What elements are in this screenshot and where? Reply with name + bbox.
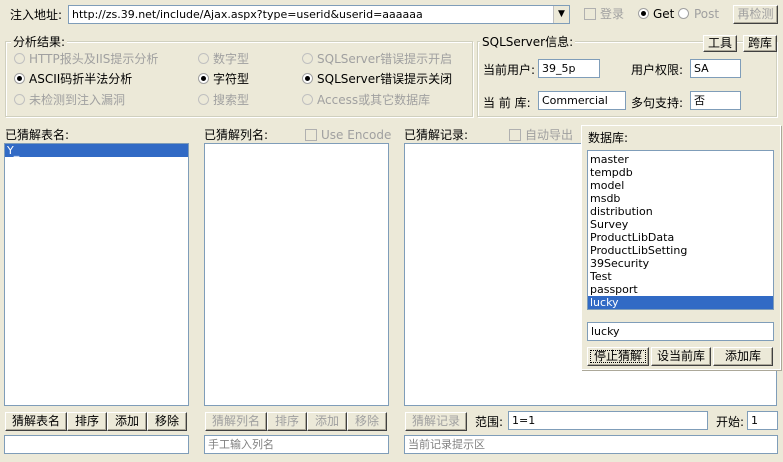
database-list-item[interactable]: msdb — [588, 192, 773, 205]
current-db-label: 当 前 库: — [483, 96, 531, 110]
guess-records-button[interactable]: 猜解记录 — [405, 412, 467, 431]
add-db-button[interactable]: 添加库 — [713, 347, 773, 366]
database-input[interactable]: lucky — [587, 322, 774, 341]
http-option-label: HTTP报头及IIS提示分析 — [29, 52, 159, 66]
login-label: 登录 — [600, 7, 625, 21]
database-list-item[interactable]: ProductLibData — [588, 231, 773, 244]
current-user-field[interactable]: 39_5p — [538, 59, 600, 78]
notfound-radio[interactable] — [14, 94, 25, 105]
database-list-item[interactable]: distribution — [588, 205, 773, 218]
http-radio[interactable] — [14, 53, 25, 64]
current-db-field[interactable]: Commercial — [538, 91, 626, 110]
search-option-label: 搜索型 — [213, 93, 250, 107]
remove-column-button[interactable]: 移除 — [347, 412, 387, 431]
range-value: 1=1 — [512, 414, 536, 427]
tables-label: 已猜解表名: — [5, 128, 70, 142]
database-list-item[interactable]: ProductLibSetting — [588, 244, 773, 257]
permission-field[interactable]: SA — [690, 59, 741, 78]
sqlerr-off-radio[interactable] — [302, 73, 313, 84]
database-list-item[interactable]: model — [588, 179, 773, 192]
auto-export-label: 自动导出 — [525, 128, 574, 142]
column-manual-placeholder: 手工输入列名 — [208, 438, 274, 451]
post-label: Post — [694, 7, 720, 21]
get-radio[interactable] — [638, 8, 649, 19]
database-label: 数据库: — [588, 131, 629, 145]
add-column-button[interactable]: 添加 — [307, 412, 347, 431]
multi-stmt-label: 多句支持: — [631, 96, 684, 110]
sqlerr-on-radio[interactable] — [302, 53, 313, 64]
url-text: http://zs.39.net/include/Ajax.aspx?type=… — [72, 8, 423, 21]
database-list-item[interactable]: Survey — [588, 218, 773, 231]
tables-list[interactable]: Y_ — [4, 143, 189, 406]
remove-table-button[interactable]: 移除 — [147, 412, 187, 431]
sort-tables-button[interactable]: 排序 — [67, 412, 107, 431]
tools-button[interactable]: 工具 — [703, 35, 737, 52]
multi-stmt-value: 否 — [694, 94, 705, 107]
sort-columns-button[interactable]: 排序 — [267, 412, 307, 431]
analysis-legend: 分析结果: — [11, 35, 68, 49]
url-input[interactable]: http://zs.39.net/include/Ajax.aspx?type=… — [68, 5, 570, 24]
range-input[interactable]: 1=1 — [508, 411, 708, 430]
url-label: 注入地址: — [10, 8, 63, 22]
numeric-radio[interactable] — [198, 53, 209, 64]
get-label: Get — [653, 7, 675, 21]
database-list-item[interactable]: tempdb — [588, 166, 773, 179]
sqlerr-off-label: SQLServer错误提示关闭 — [317, 72, 453, 86]
records-label: 已猜解记录: — [404, 128, 469, 142]
sqlserver-legend: SQLServer信息: — [480, 35, 576, 49]
guess-tables-button[interactable]: 猜解表名 — [5, 412, 67, 431]
add-table-button[interactable]: 添加 — [107, 412, 147, 431]
current-user-value: 39_5p — [542, 62, 576, 75]
ascii-radio[interactable] — [14, 73, 25, 84]
access-option-label: Access或其它数据库 — [317, 93, 431, 107]
columns-label: 已猜解列名: — [204, 128, 269, 142]
post-radio[interactable] — [678, 8, 689, 19]
record-hint-field: 当前记录提示区 — [404, 435, 778, 454]
ascii-option-label: ASCII码折半法分析 — [29, 72, 133, 86]
char-radio[interactable] — [198, 73, 209, 84]
use-encode-checkbox[interactable] — [305, 129, 317, 141]
start-label: 开始: — [716, 415, 745, 429]
database-list-item[interactable]: passport — [588, 283, 773, 296]
database-list-item[interactable]: Test — [588, 270, 773, 283]
notfound-option-label: 未检测到注入漏洞 — [29, 93, 126, 107]
multi-stmt-field[interactable]: 否 — [690, 91, 741, 110]
database-list[interactable]: master tempdb model msdb distribution Survey P… — [587, 150, 774, 310]
columns-list[interactable] — [204, 143, 389, 406]
chevron-down-icon[interactable]: ▼ — [553, 6, 569, 23]
database-list-item[interactable]: lucky — [588, 296, 773, 309]
column-manual-input[interactable]: 手工输入列名 — [204, 435, 389, 454]
database-list-item[interactable]: 39Security — [588, 257, 773, 270]
record-hint-text: 当前记录提示区 — [408, 438, 485, 451]
database-list-item[interactable]: master — [588, 153, 773, 166]
access-radio[interactable] — [302, 94, 313, 105]
permission-value: SA — [694, 62, 709, 75]
login-checkbox[interactable] — [584, 8, 596, 20]
search-radio[interactable] — [198, 94, 209, 105]
crossdb-button[interactable]: 跨库 — [743, 35, 777, 52]
numeric-option-label: 数字型 — [213, 52, 250, 66]
start-input[interactable]: 1 — [747, 411, 778, 430]
guess-columns-button[interactable]: 猜解列名 — [205, 412, 267, 431]
sqlerr-on-label: SQLServer错误提示开启 — [317, 52, 453, 66]
set-current-db-button[interactable]: 设当前库 — [651, 347, 711, 366]
start-value: 1 — [751, 414, 758, 427]
table-list-item[interactable]: Y_ — [5, 144, 188, 157]
auto-export-checkbox[interactable] — [509, 129, 521, 141]
use-encode-label: Use Encode — [321, 128, 392, 142]
current-db-value: Commercial — [542, 94, 608, 107]
char-option-label: 字符型 — [213, 72, 250, 86]
database-input-value: lucky — [591, 325, 620, 338]
table-manual-input[interactable] — [4, 435, 189, 454]
recheck-button[interactable]: 再检测 — [733, 5, 778, 24]
stop-guess-button[interactable]: 停止猜解 — [587, 347, 649, 366]
permission-label: 用户权限: — [631, 63, 684, 77]
current-user-label: 当前用户: — [483, 63, 536, 77]
range-label: 范围: — [475, 415, 504, 429]
